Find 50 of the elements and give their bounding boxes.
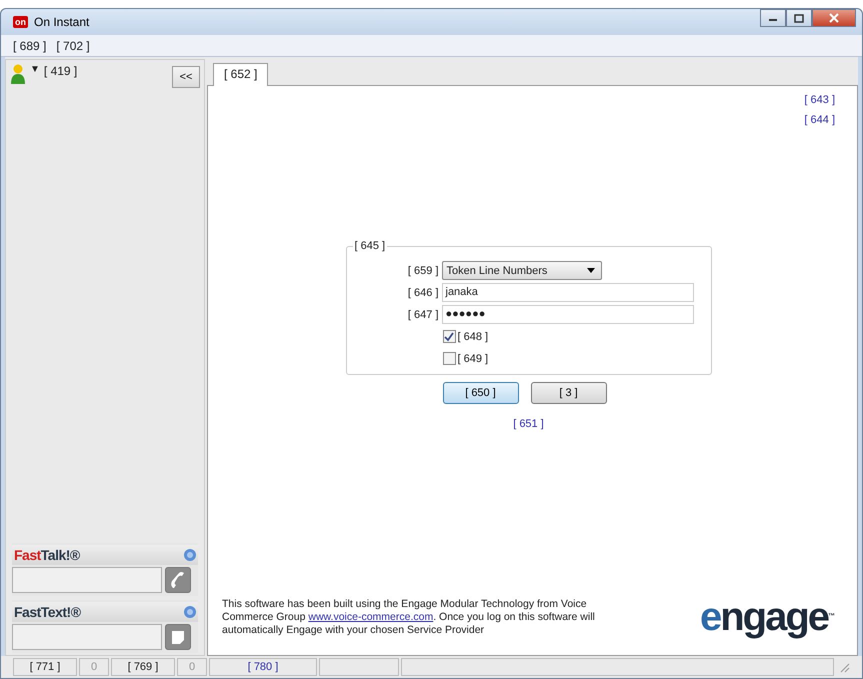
collapse-button[interactable]: <<: [172, 66, 200, 88]
menu-item[interactable]: [ 702 ]: [56, 38, 90, 52]
field-label: [ 647 ]: [406, 308, 438, 320]
message-button[interactable]: [165, 624, 191, 650]
field-label: [ 646 ]: [406, 286, 438, 298]
user-icon: [10, 64, 26, 84]
link[interactable]: [ 651 ]: [513, 418, 544, 430]
phone-icon: [170, 571, 186, 589]
maximize-icon: [794, 14, 804, 22]
window-title: On Instant: [34, 15, 90, 29]
panel-title: FastTalk!®: [14, 547, 80, 563]
minimize-button[interactable]: [760, 9, 786, 27]
menu-item[interactable]: [ 689 ]: [13, 38, 46, 52]
tab[interactable]: [ 652 ]: [213, 63, 268, 86]
panel-title: FastText!®: [14, 604, 81, 620]
button[interactable]: [ 650 ]: [442, 382, 518, 404]
link[interactable]: [ 644 ]: [804, 114, 835, 126]
note-icon: [170, 629, 186, 645]
link[interactable]: [ 643 ]: [804, 94, 835, 106]
checkbox-label: [ 649 ]: [458, 352, 488, 364]
status-text: 0: [79, 658, 109, 676]
input-field[interactable]: [12, 567, 162, 593]
close-button[interactable]: [812, 9, 856, 27]
input-field[interactable]: ●●●●●●: [442, 305, 694, 324]
resize-grip[interactable]: [838, 661, 850, 673]
maximize-button[interactable]: [786, 9, 812, 27]
group-legend: [ 645 ]: [352, 240, 388, 252]
website-link[interactable]: www.voice-commerce.com: [308, 610, 434, 622]
close-icon: [829, 13, 839, 23]
user-name[interactable]: [ 419 ]: [44, 64, 78, 78]
status-text[interactable]: [ 780 ]: [209, 658, 317, 676]
status-text: 0: [177, 658, 207, 676]
dropdown[interactable]: Token Line Numbers: [442, 261, 602, 280]
help-icon[interactable]: [184, 549, 196, 561]
input-field[interactable]: [12, 624, 162, 650]
engage-logo: engage$^{™}$: [700, 597, 835, 637]
caret-icon: [586, 268, 594, 273]
phone-button[interactable]: [165, 567, 191, 593]
field-label: [ 659 ]: [406, 264, 438, 276]
app-icon: on: [13, 16, 28, 28]
status-text: [ 769 ]: [111, 658, 175, 676]
button[interactable]: [ 3 ]: [530, 382, 606, 404]
status-text: [ 771 ]: [13, 658, 77, 676]
help-icon[interactable]: [184, 606, 196, 618]
input-field[interactable]: janaka: [442, 283, 694, 302]
checkbox[interactable]: [442, 330, 456, 343]
checkbox-label: [ 648 ]: [458, 330, 488, 342]
footer-text: This software has been built using the Engage Modular Technology from Voice Commerce Group www.voice-commerce.com. Once you log on this software will automatically Engage with your chosen Service Provider: [222, 598, 596, 636]
checkbox[interactable]: [442, 352, 456, 365]
dropdown-arrow[interactable]: ▼: [30, 64, 40, 75]
